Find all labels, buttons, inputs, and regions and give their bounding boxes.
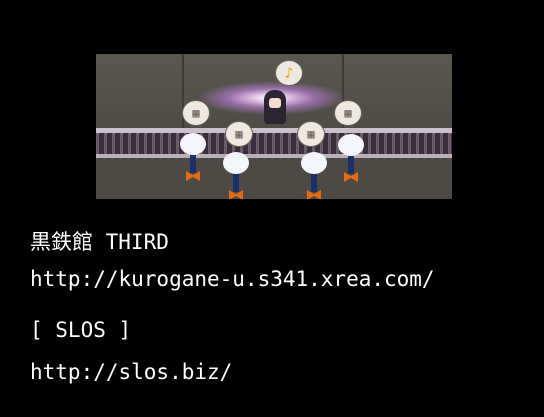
gift-box-icon: ▦ <box>182 100 210 126</box>
credit-title: [ SLOS ] <box>30 318 132 342</box>
game-scene: ♪ ▦ ▦ ▦ ▦ <box>96 54 452 199</box>
railing-top <box>96 128 452 133</box>
ghost-npc <box>223 152 249 199</box>
credit-url: http://slos.biz/ <box>30 360 233 384</box>
credit-url: http://kurogane-u.s341.xrea.com/ <box>30 267 435 291</box>
ghost-npc <box>338 134 364 188</box>
music-note-icon: ♪ <box>275 60 303 86</box>
gift-box-icon: ▦ <box>334 100 362 126</box>
ghost-npc <box>180 133 206 187</box>
gift-box-icon: ▦ <box>297 121 325 147</box>
credit-title: 黒鉄館 THIRD <box>30 230 169 254</box>
stone-floor <box>96 158 452 199</box>
gift-box-icon: ▦ <box>225 121 253 147</box>
ghost-npc <box>301 152 327 199</box>
player-character <box>264 90 286 124</box>
